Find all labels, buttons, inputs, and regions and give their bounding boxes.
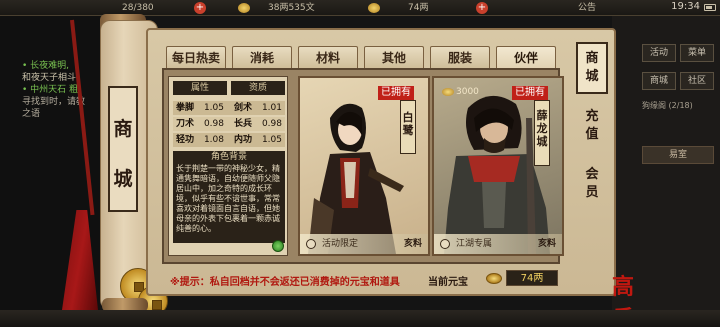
companion-name: 薛龙城 bbox=[534, 100, 550, 166]
menu-activity[interactable]: 活动 bbox=[642, 44, 676, 62]
chat-feed: • 长夜难明, 和夜天子相斗 • 中州天石 粗 寻找到时，请教 之语 bbox=[22, 60, 102, 120]
material-stamp: 亥料 bbox=[537, 239, 556, 249]
shop-title-char: 城 bbox=[113, 168, 133, 190]
side-tab-recharge[interactable]: 充值 bbox=[576, 108, 608, 148]
stat-label: 拳脚 bbox=[176, 103, 195, 113]
battery-icon bbox=[704, 4, 716, 11]
stat-cell: 内功 1.05 bbox=[231, 133, 285, 147]
shop-title-char: 商 bbox=[113, 118, 133, 140]
silver-icon bbox=[238, 3, 250, 13]
menu-room[interactable]: 易室 bbox=[642, 146, 714, 164]
refund-tip: ※提示：私自回档并不会返还已消费掉的元宝和道具 bbox=[170, 277, 400, 288]
stat-label: 长兵 bbox=[234, 119, 253, 129]
card-footer: 江湖专属 亥料 bbox=[434, 234, 562, 254]
stat-label: 刀术 bbox=[176, 119, 195, 129]
stat-label: 内功 bbox=[234, 135, 253, 145]
chat-line: • 长夜难明, bbox=[22, 61, 70, 71]
tab-costume[interactable]: 服装 bbox=[430, 46, 490, 70]
companion-name-text: 白鹭 bbox=[402, 111, 414, 137]
menu-hint: 狗缘阁 (2/18) bbox=[642, 101, 693, 110]
source-label: 江湖专属 bbox=[456, 239, 493, 249]
tab-consumables[interactable]: 消耗 bbox=[232, 46, 292, 70]
card-footer: 活动限定 亥料 bbox=[300, 234, 428, 254]
tokens-label: 28/380 bbox=[122, 3, 154, 13]
stat-label: 轻功 bbox=[176, 135, 195, 145]
price-value: 3000 bbox=[456, 87, 479, 97]
price-tag: 3000 bbox=[442, 86, 479, 98]
side-tab-label: 充值 bbox=[585, 109, 599, 142]
companion-card[interactable]: 已拥有 白鹭 活动限定 亥料 bbox=[298, 76, 430, 256]
stat-cell: 轻功 1.08 bbox=[173, 133, 227, 147]
stat-value: 1.08 bbox=[203, 135, 224, 145]
character-info: 属性 资质 拳脚 1.05 剑术 1.01 刀术 0.98 长兵 0.98 轻功… bbox=[168, 76, 288, 256]
side-tab-label: 会员 bbox=[585, 167, 599, 200]
owned-badge: 已拥有 bbox=[512, 86, 548, 100]
tab-materials[interactable]: 材料 bbox=[298, 46, 358, 70]
menu-main[interactable]: 菜单 bbox=[680, 44, 714, 62]
gold-ingot-icon bbox=[486, 273, 502, 284]
chat-line: 寻找到时，请教 bbox=[22, 97, 86, 107]
silver-label: 38两535文 bbox=[268, 3, 315, 13]
source-label: 活动限定 bbox=[322, 239, 359, 249]
background-text: 长于荆楚一带的神秘少女，精通隽舞暗语，自幼便随师父隐居山中，加之奇特的成长环境，… bbox=[173, 163, 285, 243]
refresh-icon[interactable] bbox=[272, 240, 284, 252]
companion-name-text: 薛龙城 bbox=[536, 109, 548, 148]
add-tokens-button[interactable]: + bbox=[194, 2, 206, 14]
gold-icon bbox=[368, 3, 380, 13]
aptitude-header: 资质 bbox=[231, 81, 285, 95]
stat-value: 0.98 bbox=[261, 119, 282, 129]
gold-ingot-icon bbox=[442, 87, 454, 96]
stat-cell: 拳脚 1.05 bbox=[173, 101, 227, 115]
currency-value: 74两 bbox=[506, 270, 558, 286]
chat-line: 和夜天子相斗 bbox=[22, 73, 77, 83]
stat-cell: 长兵 0.98 bbox=[231, 117, 285, 131]
tab-daily-hot[interactable]: 每日热卖 bbox=[166, 46, 226, 70]
stat-value: 0.98 bbox=[203, 119, 224, 129]
gold-label: 74两 bbox=[408, 3, 429, 13]
shop-title: 商 城 bbox=[108, 86, 138, 212]
game-logo: 高斤 bbox=[611, 275, 634, 327]
side-tab-vip[interactable]: 会员 bbox=[576, 166, 608, 206]
companion-name: 白鹭 bbox=[400, 100, 416, 154]
background-title: 角色背景 bbox=[173, 151, 285, 163]
announcement-button[interactable]: 公告 bbox=[578, 2, 596, 14]
bottom-strip bbox=[0, 310, 720, 327]
stat-value: 1.05 bbox=[203, 103, 224, 113]
chat-line: • 中州天石 粗 bbox=[22, 85, 79, 95]
tab-companion[interactable]: 伙伴 bbox=[496, 46, 556, 70]
stat-label: 剑术 bbox=[234, 103, 253, 113]
companion-card[interactable]: 3000 已拥有 薛龙城 江湖专属 亥料 bbox=[432, 76, 564, 256]
currency-label: 当前元宝 bbox=[428, 277, 468, 288]
source-icon bbox=[306, 239, 316, 249]
chat-line: 之语 bbox=[22, 109, 41, 119]
clock: 19:34 bbox=[671, 1, 700, 12]
source-icon bbox=[440, 239, 450, 249]
menu-community[interactable]: 社区 bbox=[680, 72, 714, 90]
side-tab-shop[interactable]: 商城 bbox=[576, 42, 608, 94]
owned-badge: 已拥有 bbox=[378, 86, 414, 100]
stat-cell: 刀术 0.98 bbox=[173, 117, 227, 131]
attr-header: 属性 bbox=[173, 81, 227, 95]
tab-other[interactable]: 其他 bbox=[364, 46, 424, 70]
material-stamp: 亥料 bbox=[403, 239, 422, 249]
add-gold-button[interactable]: + bbox=[476, 2, 488, 14]
stat-cell: 剑术 1.01 bbox=[231, 101, 285, 115]
side-tab-label: 商城 bbox=[585, 51, 599, 84]
menu-shop[interactable]: 商城 bbox=[642, 72, 676, 90]
stat-value: 1.05 bbox=[261, 135, 282, 145]
stat-value: 1.01 bbox=[261, 103, 282, 113]
